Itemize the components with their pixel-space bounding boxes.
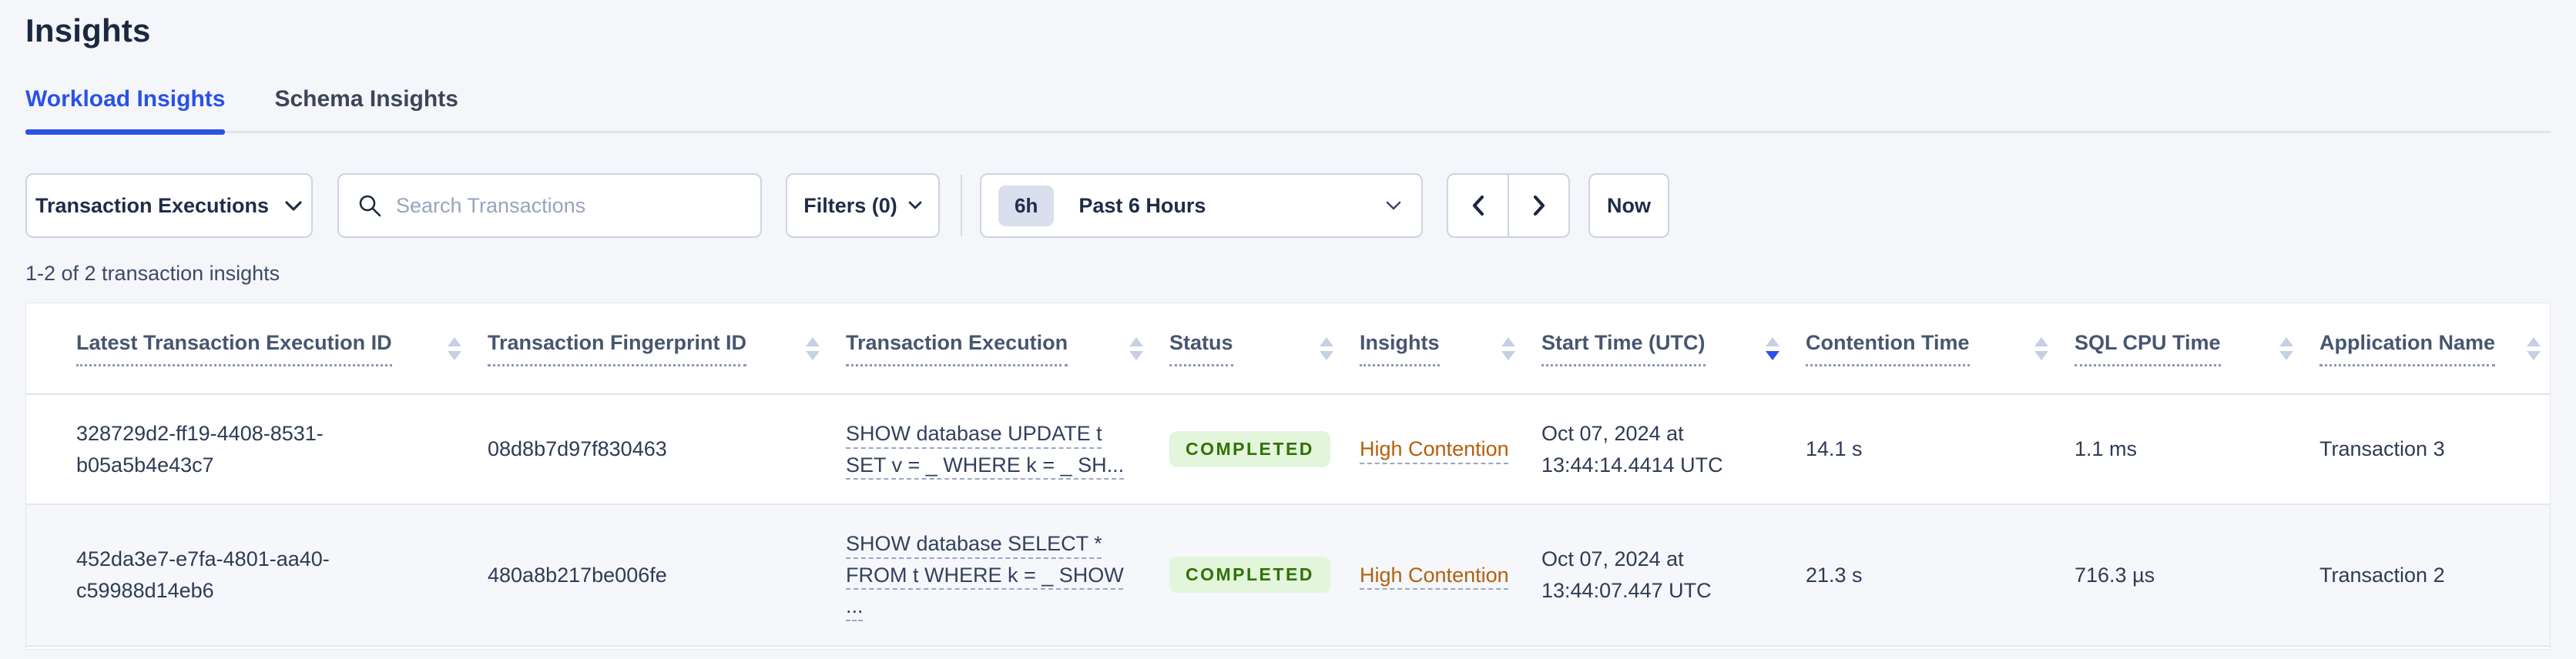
column-header-status[interactable]: Status bbox=[1169, 331, 1233, 366]
now-button[interactable]: Now bbox=[1588, 173, 1669, 238]
time-range-picker[interactable]: 6h Past 6 Hours bbox=[980, 173, 1423, 238]
sort-toggle-active-desc[interactable] bbox=[1766, 336, 1779, 360]
latest-execution-id: 328729d2-ff19-4408-8531-b05a5b4e43c7 bbox=[76, 422, 324, 477]
contention-time: 21.3 s bbox=[1806, 563, 1863, 587]
transaction-execution-link[interactable]: SHOW database UPDATE t SET v = _ WHERE k… bbox=[846, 418, 1143, 480]
application-name: Transaction 3 bbox=[2319, 437, 2445, 461]
tab-workload-insights[interactable]: Workload Insights bbox=[25, 86, 226, 135]
search-box bbox=[337, 173, 762, 238]
sort-toggle[interactable] bbox=[1320, 336, 1333, 360]
status-badge: COMPLETED bbox=[1169, 557, 1330, 594]
start-time: Oct 07, 2024 at 13:44:07.447 UTC bbox=[1541, 547, 1712, 602]
table-row: 328729d2-ff19-4408-8531-b05a5b4e43c7 08d… bbox=[26, 394, 2550, 505]
fingerprint-id: 08d8b7d97f830463 bbox=[488, 437, 667, 461]
sort-toggle[interactable] bbox=[448, 336, 461, 360]
time-range-badge: 6h bbox=[998, 185, 1055, 226]
chevron-down-icon bbox=[285, 200, 302, 211]
sort-toggle[interactable] bbox=[1501, 336, 1515, 360]
column-header-contention-time[interactable]: Contention Time bbox=[1806, 331, 1970, 366]
chevron-down-icon bbox=[1386, 201, 1401, 209]
chevron-down-icon bbox=[908, 201, 922, 209]
insights-tabbar: Workload Insights Schema Insights bbox=[25, 86, 2551, 135]
time-range-pager bbox=[1447, 173, 1570, 238]
column-header-fingerprint-id[interactable]: Transaction Fingerprint ID bbox=[488, 331, 747, 366]
sort-toggle[interactable] bbox=[2279, 336, 2293, 360]
chevron-left-icon bbox=[1472, 195, 1484, 216]
execution-type-dropdown[interactable]: Transaction Executions bbox=[25, 173, 313, 238]
transaction-execution-link[interactable]: SHOW database SELECT * FROM t WHERE k = … bbox=[846, 528, 1143, 622]
transaction-insights-table: Latest Transaction Execution ID Transact… bbox=[26, 303, 2550, 647]
page-title: Insights bbox=[25, 12, 151, 49]
column-header-application-name[interactable]: Application Name bbox=[2319, 331, 2496, 366]
prev-range-button[interactable] bbox=[1447, 173, 1509, 238]
filters-dropdown[interactable]: Filters (0) bbox=[786, 173, 940, 238]
execution-type-dropdown-label: Transaction Executions bbox=[35, 193, 270, 217]
sort-toggle[interactable] bbox=[2034, 336, 2048, 360]
column-header-transaction-execution[interactable]: Transaction Execution bbox=[846, 331, 1068, 366]
search-icon bbox=[359, 195, 381, 217]
column-header-insights[interactable]: Insights bbox=[1360, 331, 1440, 366]
time-range-label: Past 6 Hours bbox=[1078, 193, 1206, 217]
sort-toggle[interactable] bbox=[806, 336, 820, 360]
latest-execution-id: 452da3e7-e7fa-4801-aa40-c59988d14eb6 bbox=[76, 547, 330, 602]
contention-time: 14.1 s bbox=[1806, 437, 1863, 461]
status-badge: COMPLETED bbox=[1169, 431, 1330, 467]
sort-toggle[interactable] bbox=[1129, 336, 1143, 360]
column-header-sql-cpu-time[interactable]: SQL CPU Time bbox=[2075, 331, 2221, 366]
tab-schema-insights[interactable]: Schema Insights bbox=[274, 86, 458, 131]
filters-dropdown-label: Filters (0) bbox=[803, 193, 897, 217]
sql-cpu-time: 1.1 ms bbox=[2075, 437, 2138, 461]
start-time: Oct 07, 2024 at 13:44:14.4414 UTC bbox=[1541, 422, 1723, 477]
results-summary: 1-2 of 2 transaction insights bbox=[25, 262, 280, 285]
application-name: Transaction 2 bbox=[2319, 563, 2445, 587]
sort-toggle[interactable] bbox=[2527, 336, 2541, 360]
table-row: 452da3e7-e7fa-4801-aa40-c59988d14eb6 480… bbox=[26, 504, 2550, 647]
fingerprint-id: 480a8b217be006fe bbox=[488, 563, 667, 587]
search-input[interactable] bbox=[396, 193, 742, 218]
toolbar: Transaction Executions Filters (0) 6h Pa… bbox=[25, 173, 2551, 238]
insight-link[interactable]: High Contention bbox=[1360, 433, 1509, 465]
column-header-latest-execution-id[interactable]: Latest Transaction Execution ID bbox=[76, 331, 392, 366]
insight-link[interactable]: High Contention bbox=[1360, 560, 1509, 591]
next-range-button[interactable] bbox=[1508, 173, 1570, 238]
sql-cpu-time: 716.3 µs bbox=[2075, 563, 2155, 587]
insights-table-card: Latest Transaction Execution ID Transact… bbox=[25, 303, 2551, 650]
chevron-right-icon bbox=[1533, 195, 1545, 216]
insights-page: Insights Workload Insights Schema Insigh… bbox=[0, 0, 2576, 659]
toolbar-divider bbox=[961, 175, 962, 236]
column-header-start-time[interactable]: Start Time (UTC) bbox=[1541, 331, 1706, 366]
table-header-row: Latest Transaction Execution ID Transact… bbox=[26, 303, 2550, 395]
